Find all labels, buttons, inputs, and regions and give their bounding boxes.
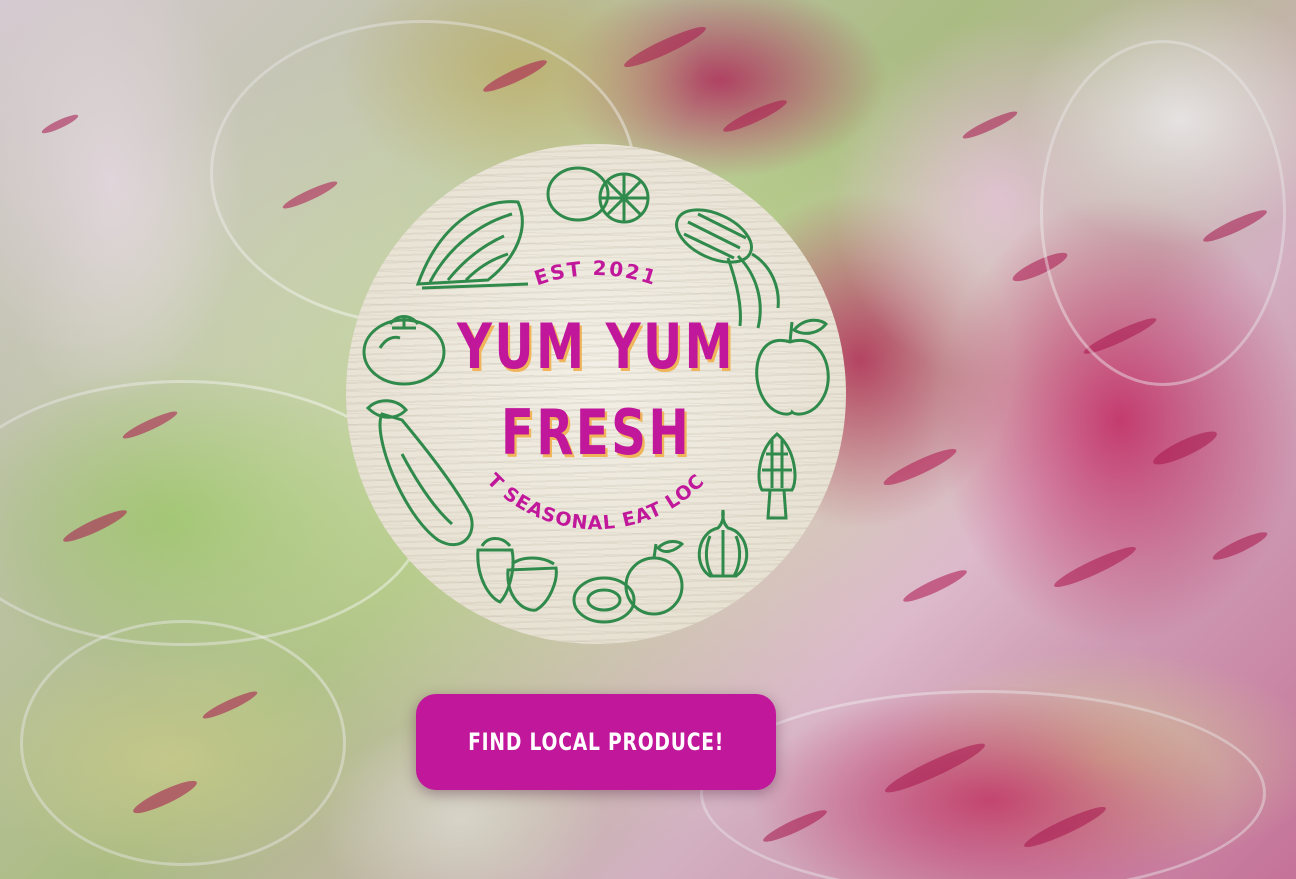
morel-mushroom-icon xyxy=(757,432,797,520)
tomato-icon xyxy=(362,315,446,386)
strawberry-icon xyxy=(476,537,558,612)
lemon-icon xyxy=(546,166,650,224)
yum-yum-fresh-logo: EST 2021 EAT SEASONAL EAT LOCAL YUM YUM … xyxy=(346,144,846,644)
apple-icon xyxy=(755,318,830,416)
lettuce-icon xyxy=(415,200,529,290)
eggplant-icon xyxy=(365,399,474,547)
find-local-produce-label: FIND LOCAL PRODUCE! xyxy=(467,728,724,756)
landing-page: EST 2021 EAT SEASONAL EAT LOCAL YUM YUM … xyxy=(0,0,1296,879)
svg-text:EST 2021: EST 2021 xyxy=(531,256,661,290)
guava-icon xyxy=(572,540,685,624)
garlic-icon xyxy=(697,509,749,578)
find-local-produce-button[interactable]: FIND LOCAL PRODUCE! xyxy=(416,694,776,790)
est-year-text: EST 2021 xyxy=(531,256,659,290)
